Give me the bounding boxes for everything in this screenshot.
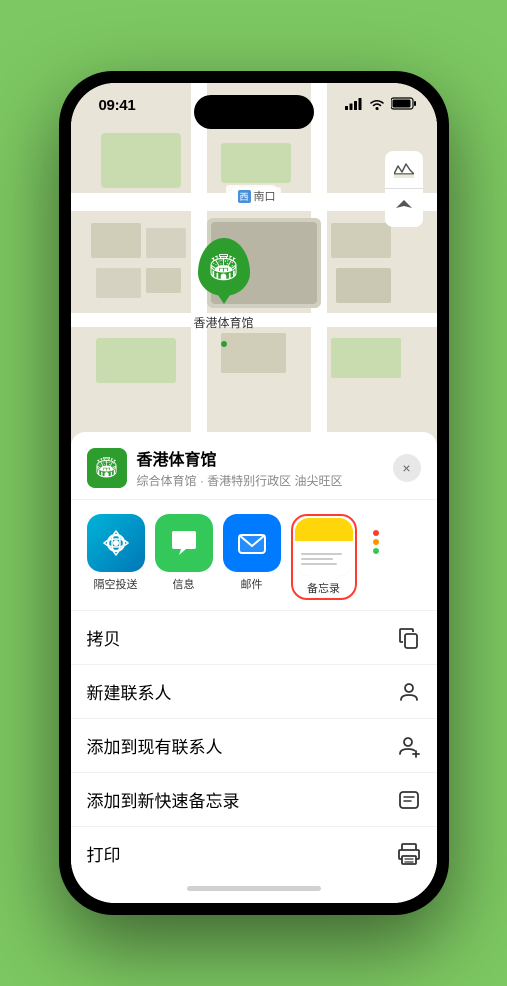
venue-name: 香港体育馆 [137, 446, 393, 470]
stadium-marker: 🏟 香港体育馆 [194, 238, 254, 331]
battery-icon [391, 97, 417, 110]
phone-inner: 09:41 [71, 83, 437, 903]
messages-symbol [166, 525, 202, 561]
marker-pin: 🏟 [198, 238, 250, 296]
action-label-copy: 拷贝 [87, 625, 121, 650]
airdrop-symbol [98, 525, 134, 561]
notes-icon-bg [295, 518, 353, 576]
marker-dot [221, 341, 227, 347]
venue-icon: 🏟 [87, 448, 127, 488]
notes-line-3 [301, 563, 338, 565]
dot-red [373, 530, 379, 536]
action-label-add-existing: 添加到现有联系人 [87, 733, 223, 758]
action-row-add-notes[interactable]: 添加到新快速备忘录 [71, 773, 437, 827]
home-indicator-area [71, 880, 437, 895]
mail-icon-bg [223, 514, 281, 572]
stadium-icon: 🏟 [207, 252, 240, 283]
bottom-sheet: 🏟 香港体育馆 综合体育馆 · 香港特别行政区 油尖旺区 × [71, 432, 437, 903]
add-contact-icon [397, 734, 421, 758]
messages-icon-bg [155, 514, 213, 572]
action-label-print: 打印 [87, 841, 121, 866]
dot-stack [373, 530, 379, 554]
map-icon [394, 162, 414, 178]
notes-inner [295, 518, 353, 576]
map-controls [385, 151, 423, 227]
app-icons-row: 隔空投送 信息 [71, 500, 437, 611]
action-label-add-notes: 添加到新快速备忘录 [87, 787, 240, 812]
status-time: 09:41 [99, 97, 136, 114]
dot-green [373, 548, 379, 554]
action-label-new-contact: 新建联系人 [87, 679, 172, 704]
sheet-header: 🏟 香港体育馆 综合体育馆 · 香港特别行政区 油尖旺区 × [71, 432, 437, 500]
venue-info: 香港体育馆 综合体育馆 · 香港特别行政区 油尖旺区 [137, 446, 393, 489]
phone-frame: 09:41 [59, 71, 449, 915]
home-indicator [187, 886, 321, 891]
notes-line-2 [301, 558, 333, 560]
map-label-north: 西 南口 [233, 187, 281, 205]
location-button[interactable] [385, 189, 423, 227]
new-contact-icon [397, 680, 421, 704]
map-type-button[interactable] [385, 151, 423, 189]
more-indicator [367, 514, 385, 554]
quick-note-icon [397, 788, 421, 812]
print-icon [397, 842, 421, 866]
messages-label: 信息 [173, 576, 195, 592]
wifi-icon [369, 98, 385, 110]
status-icons [345, 97, 417, 110]
action-row-add-existing[interactable]: 添加到现有联系人 [71, 719, 437, 773]
signal-icon [345, 98, 363, 110]
copy-icon [397, 626, 421, 650]
notes-top [295, 518, 353, 541]
notes-label: 备忘录 [307, 580, 340, 596]
airdrop-icon-bg [87, 514, 145, 572]
airdrop-label: 隔空投送 [94, 576, 138, 592]
action-row-print[interactable]: 打印 [71, 827, 437, 880]
action-row-copy[interactable]: 拷贝 [71, 611, 437, 665]
app-item-notes[interactable]: 备忘录 [291, 514, 357, 600]
close-button[interactable]: × [393, 454, 421, 482]
mail-symbol [234, 525, 270, 561]
dot-orange [373, 539, 379, 545]
marker-label: 香港体育馆 [194, 314, 254, 331]
venue-icon-symbol: 🏟 [94, 455, 119, 480]
notes-line-1 [301, 553, 342, 555]
action-row-new-contact[interactable]: 新建联系人 [71, 665, 437, 719]
mail-label: 邮件 [241, 576, 263, 592]
app-item-airdrop[interactable]: 隔空投送 [87, 514, 145, 592]
location-arrow-icon [395, 199, 413, 217]
venue-subtitle: 综合体育馆 · 香港特别行政区 油尖旺区 [137, 472, 393, 489]
app-item-mail[interactable]: 邮件 [223, 514, 281, 592]
notes-lines [295, 541, 353, 576]
dynamic-island [194, 95, 314, 129]
app-item-messages[interactable]: 信息 [155, 514, 213, 592]
